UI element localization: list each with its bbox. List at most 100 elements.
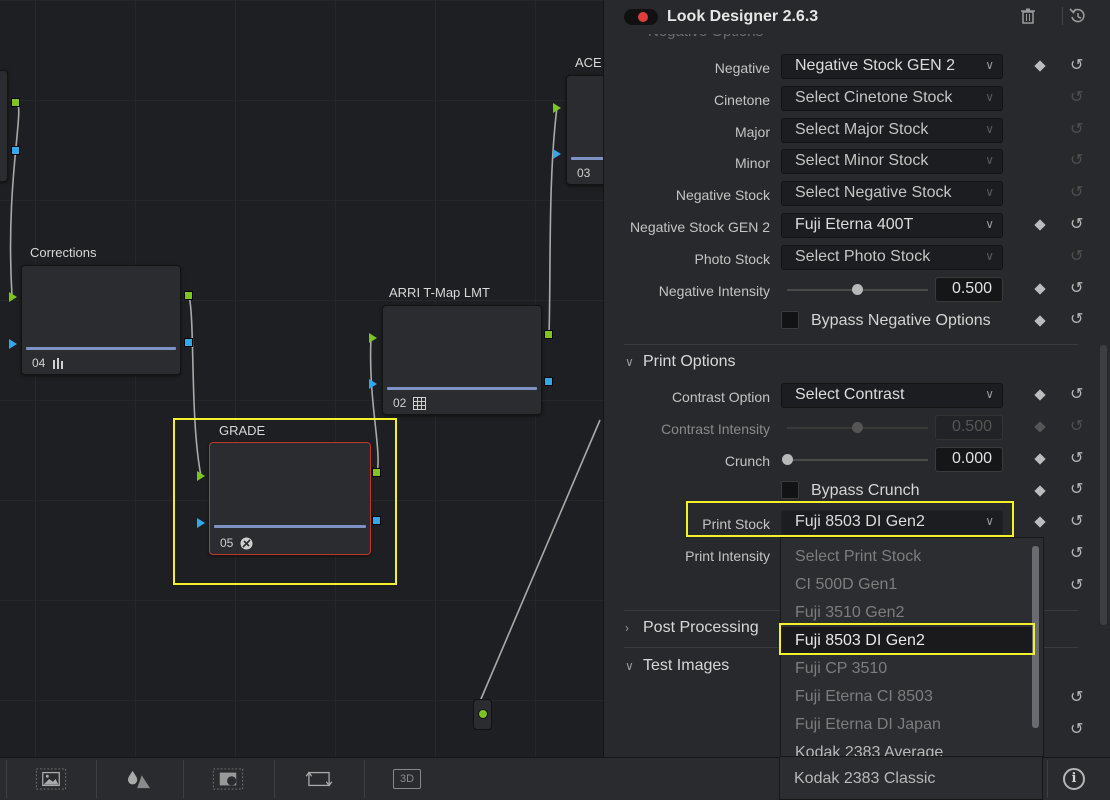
contrast-option-combo[interactable]: Select Contrast ∨ <box>781 383 1003 408</box>
reset-icon[interactable]: ↺ <box>1070 482 1083 498</box>
reset-icon[interactable]: ↺ <box>1070 153 1083 169</box>
node-partial-left[interactable] <box>0 70 8 182</box>
reset-icon[interactable]: ↺ <box>1070 58 1083 74</box>
negative-stock-value: Select Negative Stock <box>795 184 952 201</box>
panel-scrollbar[interactable] <box>1100 345 1107 625</box>
print-stock-combo[interactable]: Fuji 8503 DI Gen2 ∨ <box>781 510 1003 535</box>
dropdown-option[interactable]: Fuji Eterna CI 8503 <box>795 688 933 706</box>
keyframe-icon[interactable] <box>1034 485 1046 497</box>
output-port-alpha[interactable] <box>184 338 193 347</box>
negative-stock-gen2-value: Fuji Eterna 400T <box>795 216 914 233</box>
crunch-slider[interactable] <box>787 459 928 461</box>
output-port-rgb[interactable] <box>184 291 193 300</box>
node-arri-tmap[interactable]: 02 <box>382 305 542 415</box>
chevron-down-icon: ∨ <box>985 90 994 104</box>
input-port-rgb[interactable] <box>369 333 377 343</box>
panel-header: Look Designer 2.6.3 <box>604 0 1110 34</box>
info-icon[interactable]: i <box>1063 768 1085 790</box>
output-port-alpha[interactable] <box>11 146 20 155</box>
label-crunch: Crunch <box>724 453 770 469</box>
reset-icon[interactable]: ↺ <box>1070 722 1083 738</box>
media-icon[interactable] <box>211 768 245 790</box>
reset-icon[interactable]: ↺ <box>1070 249 1083 265</box>
minor-combo[interactable]: Select Minor Stock ∨ <box>781 149 1003 174</box>
header-divider <box>1062 7 1063 25</box>
output-node-port[interactable] <box>478 709 488 719</box>
bypass-crunch-checkbox[interactable] <box>781 481 799 499</box>
keyframe-icon[interactable] <box>1034 219 1046 231</box>
reset-icon[interactable]: ↺ <box>1070 122 1083 138</box>
negative-intensity-field[interactable]: 0.500 <box>935 277 1003 302</box>
dropdown-overflow[interactable]: Kodak 2383 Classic <box>779 757 1043 800</box>
crunch-field[interactable]: 0.000 <box>935 447 1003 472</box>
dropdown-option[interactable]: Kodak 2383 Average <box>795 744 943 756</box>
reset-icon[interactable]: ↺ <box>1070 90 1083 106</box>
section-test-images[interactable]: ∨ Test Images <box>625 657 729 675</box>
dropdown-option[interactable]: CI 500D Gen1 <box>795 576 897 594</box>
major-combo[interactable]: Select Major Stock ∨ <box>781 118 1003 143</box>
reset-icon[interactable]: ↺ <box>1070 281 1083 297</box>
input-port-rgb[interactable] <box>9 292 17 302</box>
negative-intensity-slider-handle[interactable] <box>852 284 863 295</box>
node-number: 03 <box>577 166 590 180</box>
3d-icon[interactable]: 3D <box>393 769 421 789</box>
keyframe-icon[interactable] <box>1034 315 1046 327</box>
negative-stock-gen2-combo[interactable]: Fuji Eterna 400T ∨ <box>781 213 1003 238</box>
reset-icon[interactable]: ↺ <box>1070 312 1083 328</box>
keyframe-icon[interactable] <box>1034 453 1046 465</box>
reset-icon[interactable]: ↺ <box>1070 185 1083 201</box>
input-port-rgb[interactable] <box>197 471 205 481</box>
section-post-processing-label: Post Processing <box>643 619 759 636</box>
dropdown-option[interactable]: Fuji 3510 Gen2 <box>795 604 904 622</box>
output-port-alpha[interactable] <box>544 377 553 386</box>
image-icon[interactable] <box>34 768 68 790</box>
output-node[interactable] <box>473 699 492 730</box>
transform-icon[interactable] <box>302 768 336 790</box>
node-corrections[interactable]: 04 <box>21 265 181 375</box>
reset-icon[interactable]: ↺ <box>1070 217 1083 233</box>
output-port-rgb[interactable] <box>544 330 553 339</box>
bypass-crunch-label: Bypass Crunch <box>811 482 920 499</box>
input-port-rgb[interactable] <box>553 103 561 113</box>
input-port-alpha[interactable] <box>369 379 377 389</box>
node-grade[interactable]: 05 <box>209 442 371 555</box>
reset-all-icon[interactable] <box>1068 6 1088 26</box>
output-port-alpha[interactable] <box>372 516 381 525</box>
reset-icon[interactable]: ↺ <box>1070 451 1083 467</box>
output-port-rgb[interactable] <box>372 468 381 477</box>
dropdown-option[interactable]: Kodak 2383 Classic <box>794 770 935 788</box>
node-bar <box>387 387 537 390</box>
photo-stock-combo[interactable]: Select Photo Stock ∨ <box>781 245 1003 270</box>
keyframe-icon[interactable] <box>1034 389 1046 401</box>
color-drops-icon[interactable] <box>125 768 153 790</box>
reset-icon[interactable]: ↺ <box>1070 578 1083 594</box>
dropdown-option[interactable]: Fuji Eterna DI Japan <box>795 716 941 734</box>
reset-icon[interactable]: ↺ <box>1070 387 1083 403</box>
keyframe-icon[interactable] <box>1034 60 1046 72</box>
minor-value: Select Minor Stock <box>795 152 929 169</box>
output-port-rgb[interactable] <box>11 98 20 107</box>
reset-icon[interactable]: ↺ <box>1070 546 1083 562</box>
input-port-alpha[interactable] <box>197 518 205 528</box>
negative-combo[interactable]: Negative Stock GEN 2 ∨ <box>781 54 1003 79</box>
dropdown-option[interactable]: Select Print Stock <box>795 548 921 566</box>
node-graph[interactable]: Corrections 04 ARRI T-Map LMT 02 GRADE 0… <box>0 0 603 757</box>
cinetone-combo[interactable]: Select Cinetone Stock ∨ <box>781 86 1003 111</box>
section-print-options[interactable]: ∨ Print Options <box>625 353 735 371</box>
keyframe-icon[interactable] <box>1034 516 1046 528</box>
node-aces[interactable]: 03 <box>566 75 603 185</box>
label-major: Major <box>734 124 770 140</box>
bypass-negative-checkbox[interactable] <box>781 311 799 329</box>
input-port-alpha[interactable] <box>553 149 561 159</box>
section-post-processing[interactable]: › Post Processing <box>625 619 759 637</box>
input-port-alpha[interactable] <box>9 339 17 349</box>
chevron-down-icon: ∨ <box>625 355 634 369</box>
keyframe-icon[interactable] <box>1034 283 1046 295</box>
reset-icon[interactable]: ↺ <box>1070 514 1083 530</box>
reset-icon[interactable]: ↺ <box>1070 690 1083 706</box>
effect-enable-toggle[interactable] <box>624 9 658 25</box>
crunch-slider-handle[interactable] <box>782 454 793 465</box>
dropdown-option[interactable]: Fuji CP 3510 <box>795 660 887 678</box>
negative-stock-combo[interactable]: Select Negative Stock ∨ <box>781 181 1003 206</box>
trash-icon[interactable] <box>1018 6 1038 26</box>
